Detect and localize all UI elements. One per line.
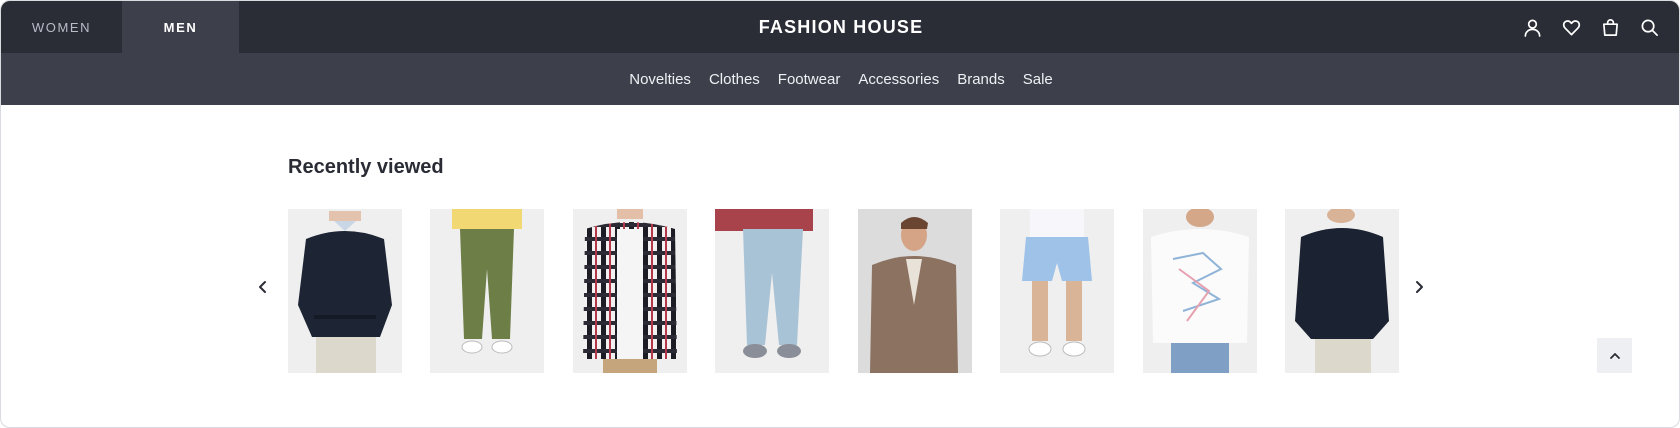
product-card[interactable] <box>715 209 829 373</box>
scroll-to-top-button[interactable] <box>1597 338 1632 373</box>
chevron-right-icon <box>1416 281 1423 293</box>
chevron-left-icon <box>259 281 266 293</box>
product-card[interactable] <box>430 209 544 373</box>
nav-item-brands[interactable]: Brands <box>957 71 1005 88</box>
carousel-prev-button[interactable] <box>252 276 274 298</box>
product-image-plaid-shirt <box>573 209 687 373</box>
product-card[interactable] <box>858 209 972 373</box>
recently-viewed-carousel <box>288 209 1399 373</box>
product-image-brown-blazer <box>858 209 972 373</box>
search-icon[interactable] <box>1639 17 1659 37</box>
header-actions <box>1522 1 1659 53</box>
nav-item-sale[interactable]: Sale <box>1023 71 1053 88</box>
product-card[interactable] <box>1000 209 1114 373</box>
page-frame: WOMEN MEN FASHION HOUSE Novelties Clothe… <box>0 0 1680 428</box>
bag-icon[interactable] <box>1600 17 1620 37</box>
section-title: Recently viewed <box>288 156 444 178</box>
carousel-next-button[interactable] <box>1408 276 1430 298</box>
top-bar: WOMEN MEN FASHION HOUSE <box>1 1 1679 53</box>
tab-women[interactable]: WOMEN <box>1 1 122 53</box>
tab-men[interactable]: MEN <box>122 1 239 53</box>
nav-item-clothes[interactable]: Clothes <box>709 71 760 88</box>
chevron-up-icon <box>1609 352 1620 359</box>
nav-item-novelties[interactable]: Novelties <box>629 71 691 88</box>
product-image-light-blue-jeans <box>715 209 829 373</box>
product-image-navy-sweater <box>288 209 402 373</box>
product-card[interactable] <box>288 209 402 373</box>
product-card[interactable] <box>1285 209 1399 373</box>
product-card[interactable] <box>1143 209 1257 373</box>
nav-item-accessories[interactable]: Accessories <box>858 71 939 88</box>
product-card[interactable] <box>573 209 687 373</box>
brand-logo[interactable]: FASHION HOUSE <box>759 17 924 38</box>
product-image-navy-sweater-back <box>1285 209 1399 373</box>
heart-icon[interactable] <box>1561 17 1581 37</box>
product-image-olive-chinos <box>430 209 544 373</box>
nav-item-footwear[interactable]: Footwear <box>778 71 841 88</box>
category-nav: Novelties Clothes Footwear Accessories B… <box>1 53 1679 105</box>
user-icon[interactable] <box>1522 17 1542 37</box>
brand-logo-wrap: FASHION HOUSE <box>1 1 1679 53</box>
product-image-printed-white-tshirt <box>1143 209 1257 373</box>
product-image-blue-shorts <box>1000 209 1114 373</box>
